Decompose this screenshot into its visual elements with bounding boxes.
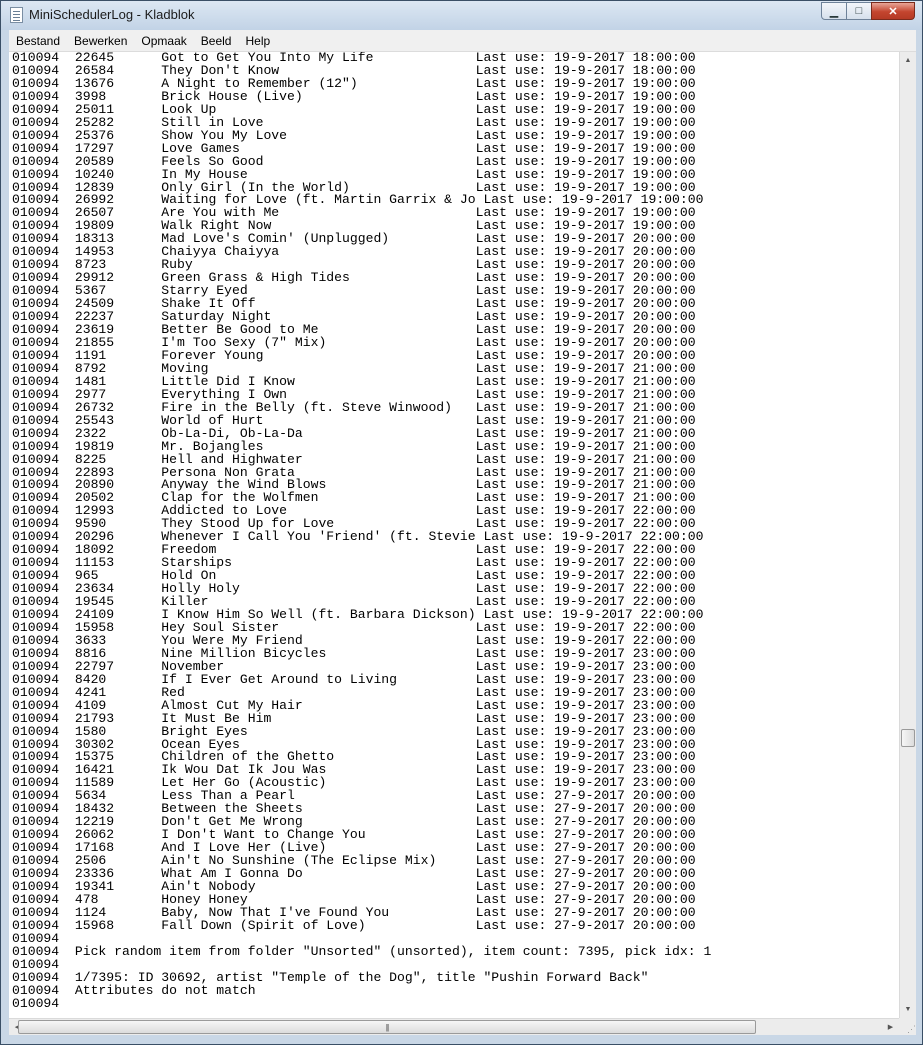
vertical-scroll-thumb[interactable] [901,729,915,747]
maximize-button[interactable]: □ [846,2,872,20]
text-editor[interactable]: 010094 22645 Got to Get You Into My Life… [9,52,899,1018]
notepad-window: MiniSchedulerLog - Kladblok ▁ □ ✕ Bestan… [0,0,923,1045]
close-button[interactable]: ✕ [871,2,915,20]
horizontal-scroll-thumb[interactable]: ||| [18,1020,756,1034]
log-lines: 010094 22645 Got to Get You Into My Life… [12,52,711,1011]
log-line: 010094 Pick random item from folder "Uns… [12,943,712,959]
menu-bestand[interactable]: Bestand [9,34,67,48]
notepad-icon[interactable] [10,7,23,23]
menu-help[interactable]: Help [238,34,277,48]
scroll-down-arrow-icon[interactable]: ▼ [900,1001,916,1018]
title-bar[interactable]: MiniSchedulerLog - Kladblok ▁ □ ✕ [1,1,922,30]
resize-grip-icon[interactable]: ⋰ [899,1018,916,1035]
menu-bewerken[interactable]: Bewerken [67,34,134,48]
menu-bar: Bestand Bewerken Opmaak Beeld Help [9,30,916,52]
log-line: 010094 [12,995,60,1011]
menu-opmaak[interactable]: Opmaak [134,34,193,48]
menu-beeld[interactable]: Beeld [194,34,239,48]
window-controls: ▁ □ ✕ [821,2,915,20]
vertical-scrollbar[interactable]: ▲ ▼ [899,52,916,1018]
window-title: MiniSchedulerLog - Kladblok [29,7,195,22]
log-line: 010094 Attributes do not match [12,982,256,998]
horizontal-scrollbar[interactable]: ◀ ||| ▶ [9,1018,899,1035]
scroll-up-arrow-icon[interactable]: ▲ [900,52,916,69]
log-line: 010094 15968 Fall Down (Spirit of Love) … [12,917,696,933]
scroll-right-arrow-icon[interactable]: ▶ [882,1019,899,1035]
minimize-button[interactable]: ▁ [821,2,847,20]
